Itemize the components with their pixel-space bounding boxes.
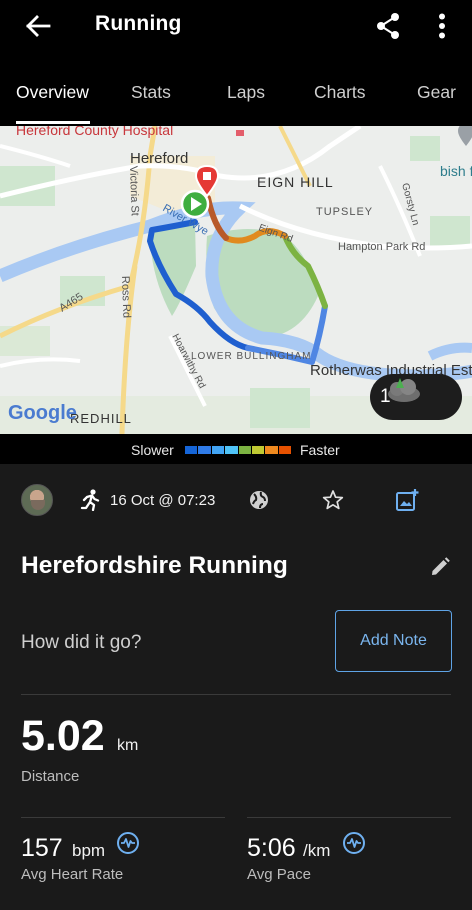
heart-rate-value: 157 <box>21 834 63 862</box>
divider <box>21 694 451 695</box>
activity-date: 16 Oct @ 07:23 <box>110 492 216 509</box>
running-icon <box>80 489 100 511</box>
map-label-ross-rd: Ross Rd <box>119 276 132 319</box>
activity-summary: 16 Oct @ 07:23 Herefordshire Running How… <box>0 464 472 910</box>
map-label-hospital: Hereford County Hospital <box>16 126 173 138</box>
pace-legend: Slower Faster <box>0 434 472 464</box>
map-label-redhill: REDHILL <box>70 411 132 426</box>
feel-prompt[interactable]: How did it go? <box>21 632 141 654</box>
activity-title: Herefordshire Running <box>21 552 288 579</box>
weather-chip: 1° <box>370 374 462 420</box>
pace-unit: /km <box>303 841 331 860</box>
legend-slower-label: Slower <box>131 442 174 458</box>
cloudy-weather-icon <box>388 378 420 402</box>
legend-color-bar <box>185 446 291 454</box>
tab-stats[interactable]: Stats <box>131 82 171 103</box>
legend-color-segment <box>251 446 265 454</box>
more-vertical-icon <box>439 13 445 39</box>
map-label-hereford: Hereford <box>130 150 188 167</box>
tab-bar: Overview Stats Laps Charts Gear <box>0 60 472 126</box>
tab-charts[interactable]: Charts <box>314 82 366 103</box>
pace-value: 5:06 <box>247 834 296 862</box>
legend-color-segment <box>225 446 238 454</box>
legend-color-segment <box>278 446 291 454</box>
map-label-tupsley: TUPSLEY <box>316 206 373 218</box>
globe-icon[interactable] <box>248 489 270 511</box>
heart-rate-label: Avg Heart Rate <box>21 866 124 883</box>
arrow-left-icon <box>26 15 51 37</box>
route-map[interactable]: Hereford County Hospital Hereford EIGN H… <box>0 126 472 434</box>
back-button[interactable] <box>20 10 56 42</box>
legend-color-segment <box>238 446 251 454</box>
map-label-bishops-fields: bish field <box>440 163 472 179</box>
heart-rate-zone-icon[interactable] <box>116 831 140 855</box>
map-label-victoria-st: Victoria St <box>127 166 141 216</box>
tab-overview[interactable]: Overview <box>16 82 89 103</box>
divider <box>247 817 451 818</box>
add-photo-icon[interactable] <box>395 488 419 512</box>
divider <box>21 817 225 818</box>
pace-label: Avg Pace <box>247 866 311 883</box>
map-label-hampton-park: Hampton Park Rd <box>338 241 425 253</box>
star-icon[interactable] <box>322 489 344 511</box>
pace-zone-icon[interactable] <box>342 831 366 855</box>
activity-info-row: 16 Oct @ 07:23 <box>0 480 472 520</box>
add-note-button[interactable]: Add Note <box>335 610 452 672</box>
avatar[interactable] <box>21 484 53 516</box>
heart-rate-unit: bpm <box>72 841 106 860</box>
share-icon <box>377 13 399 39</box>
google-logo: Google <box>8 402 77 424</box>
legend-color-segment <box>198 446 211 454</box>
more-options-button[interactable] <box>428 8 456 44</box>
tab-gear[interactable]: Gear <box>417 82 456 103</box>
legend-color-segment <box>185 446 198 454</box>
map-label-eign-hill: EIGN HILL <box>257 174 334 190</box>
legend-color-segment <box>211 446 225 454</box>
distance-label: Distance <box>21 768 80 785</box>
distance-unit: km <box>117 737 139 754</box>
tab-laps[interactable]: Laps <box>227 82 265 103</box>
legend-faster-label: Faster <box>300 442 340 458</box>
active-tab-indicator <box>16 121 90 124</box>
share-button[interactable] <box>372 8 404 44</box>
legend-color-segment <box>265 446 278 454</box>
edit-pencil-icon[interactable] <box>429 556 451 578</box>
map-label-lower-bullingham: LOWER BULLINGHAM <box>191 351 311 362</box>
page-title: Running <box>95 12 182 35</box>
distance-value: 5.02 <box>21 712 105 760</box>
app-bar: Running <box>0 0 472 60</box>
